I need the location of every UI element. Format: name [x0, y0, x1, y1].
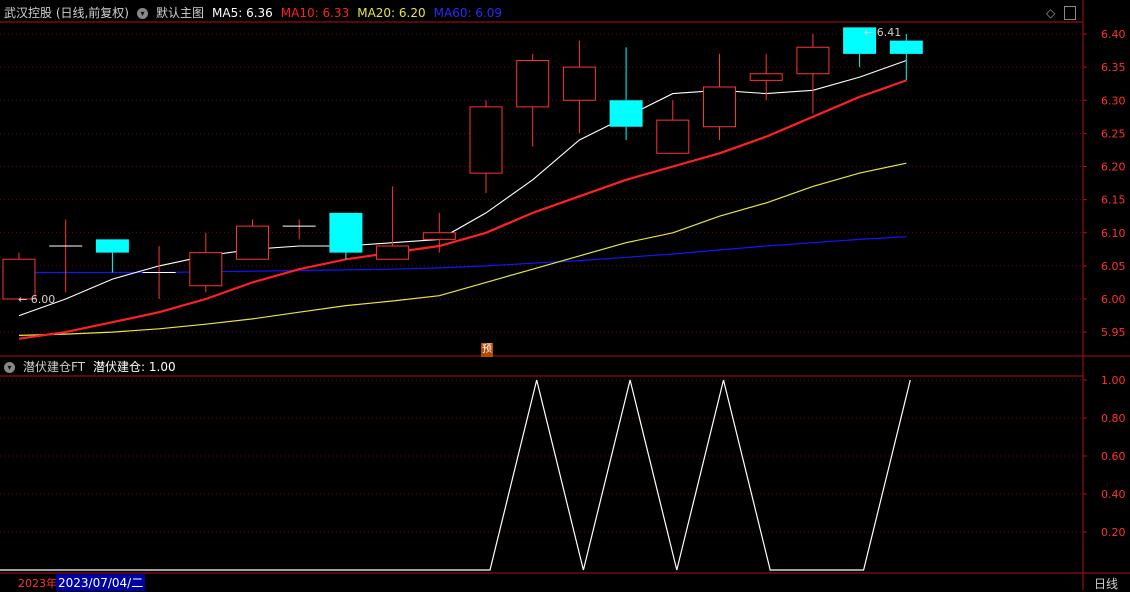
candle: [562, 40, 596, 134]
year-label: 2023年: [18, 577, 57, 590]
ma5-line-group: [18, 59, 907, 317]
candle-body-down: [889, 40, 923, 54]
indicator-line-group: [0, 379, 911, 571]
candle-body-up: [422, 232, 456, 240]
candle-body-up: [236, 225, 269, 260]
price-tick-label: 6.20: [1101, 161, 1126, 174]
candle: [282, 219, 316, 240]
ma60-line-group: [19, 236, 907, 274]
candle: [376, 186, 410, 260]
candle-body-down: [95, 239, 129, 253]
candle: [236, 219, 269, 260]
candle: [329, 212, 363, 260]
candle: [796, 34, 830, 114]
indicator-name[interactable]: 潜伏建仓FT: [23, 360, 85, 374]
candle-body-up: [796, 46, 830, 75]
panel-toggle-icon[interactable]: [1064, 6, 1076, 20]
ma20-line-group: [18, 162, 907, 336]
indicator-tick-label: 0.40: [1101, 488, 1126, 501]
candles: [2, 27, 923, 300]
candle-body-down: [329, 212, 363, 253]
indicator-tick-label: 0.20: [1101, 526, 1126, 539]
ma60-line: [19, 236, 907, 274]
candle: [142, 246, 176, 299]
ma5-line: [18, 59, 907, 317]
candle: [516, 53, 550, 147]
indicator-tick-label: 0.80: [1101, 412, 1126, 425]
candle: [609, 47, 643, 140]
price-tick-label: 6.05: [1101, 260, 1126, 273]
template-name[interactable]: 默认主图: [156, 6, 204, 20]
candle: [49, 219, 83, 293]
stock-title[interactable]: 武汉控股 (日线,前复权): [4, 6, 129, 20]
candle-body-up: [376, 245, 410, 260]
price-tick-label: 6.15: [1101, 194, 1126, 207]
candle-body-up: [703, 86, 736, 128]
indicator-dropdown-icon[interactable]: ▾: [4, 362, 15, 373]
candle: [656, 100, 690, 154]
price-tick-label: 6.25: [1101, 127, 1126, 140]
period-button[interactable]: 日线: [1094, 575, 1118, 592]
candle-body-up: [189, 252, 223, 287]
indicator-tick-label: 1.00: [1101, 374, 1126, 387]
template-dropdown-icon[interactable]: ▾: [137, 8, 148, 19]
preview-badge[interactable]: 预: [481, 343, 493, 357]
chart-canvas[interactable]: 5.95 6.00 6.05 6.10 6.15 6.20 6.25 6.30 6.35 6.40…: [0, 0, 1130, 590]
ma20-label: MA20: 6.20: [357, 6, 426, 20]
ma10-line: [18, 79, 907, 340]
price-tick-label: 5.95: [1101, 326, 1126, 339]
candle-body-up: [516, 60, 550, 108]
cursor-date-label: 2023/07/04/二: [56, 574, 146, 591]
price-tick-label: 6.00: [1101, 293, 1126, 306]
candle-body-up: [656, 119, 690, 154]
indicator-value: 潜伏建仓: 1.00: [93, 360, 176, 374]
indicator-header: ▾ 潜伏建仓FT 潜伏建仓: 1.00: [4, 358, 184, 376]
price-tick-label: 6.40: [1101, 28, 1126, 41]
candle-body-up: [469, 106, 503, 174]
price-tick-label: 6.30: [1101, 94, 1126, 107]
indicator-tick-label: 0.60: [1101, 450, 1126, 463]
ma20-line: [18, 162, 907, 336]
indicator-line: [0, 379, 911, 571]
ma10-line-group: [18, 79, 907, 340]
candle: [95, 239, 129, 273]
price-tick-label: 6.35: [1101, 61, 1126, 74]
high-price-marker: ← 6.41: [864, 26, 902, 39]
candle-body-up: [749, 73, 783, 81]
candle: [469, 100, 503, 193]
candle-body-up: [562, 66, 596, 101]
low-price-marker: ← 6.00: [18, 293, 56, 306]
price-tick-label: 6.10: [1101, 227, 1126, 240]
candle: [189, 232, 223, 293]
ma5-label: MA5: 6.36: [212, 6, 273, 20]
ma60-label: MA60: 6.09: [433, 6, 503, 20]
diamond-icon[interactable]: ◇: [1046, 4, 1055, 22]
main-chart-header: 武汉控股 (日线,前复权) ▾ 默认主图 MA5: 6.36 MA10: 6.33 MA2…: [4, 4, 510, 22]
ma10-label: MA10: 6.33: [280, 6, 350, 20]
indicator-grid: [0, 379, 1083, 533]
candle-body-down: [609, 100, 643, 127]
